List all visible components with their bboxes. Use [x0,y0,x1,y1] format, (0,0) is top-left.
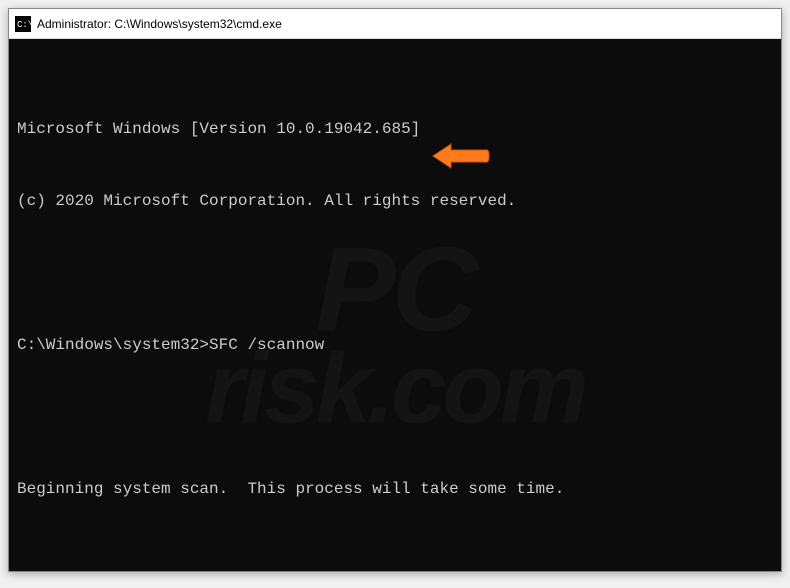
titlebar[interactable]: C:\ Administrator: C:\Windows\system32\c… [9,9,781,39]
prompt-prefix: C:\Windows\system32> [17,336,209,354]
window-title: Administrator: C:\Windows\system32\cmd.e… [37,17,282,31]
blank-line [17,549,773,571]
blank-line [17,261,773,285]
prompt-line-1: C:\Windows\system32>SFC /scannow [17,333,773,357]
console-area[interactable]: PC risk.com Microsoft Windows [Version 1… [9,39,781,571]
blank-line [17,405,773,429]
scan-begin-line: Beginning system scan. This process will… [17,477,773,501]
copyright-line: (c) 2020 Microsoft Corporation. All righ… [17,189,773,213]
version-line: Microsoft Windows [Version 10.0.19042.68… [17,117,773,141]
command-entered: SFC /scannow [209,336,324,354]
cmd-window: C:\ Administrator: C:\Windows\system32\c… [8,8,782,572]
svg-text:C:\: C:\ [17,20,31,30]
cmd-icon: C:\ [15,16,31,32]
